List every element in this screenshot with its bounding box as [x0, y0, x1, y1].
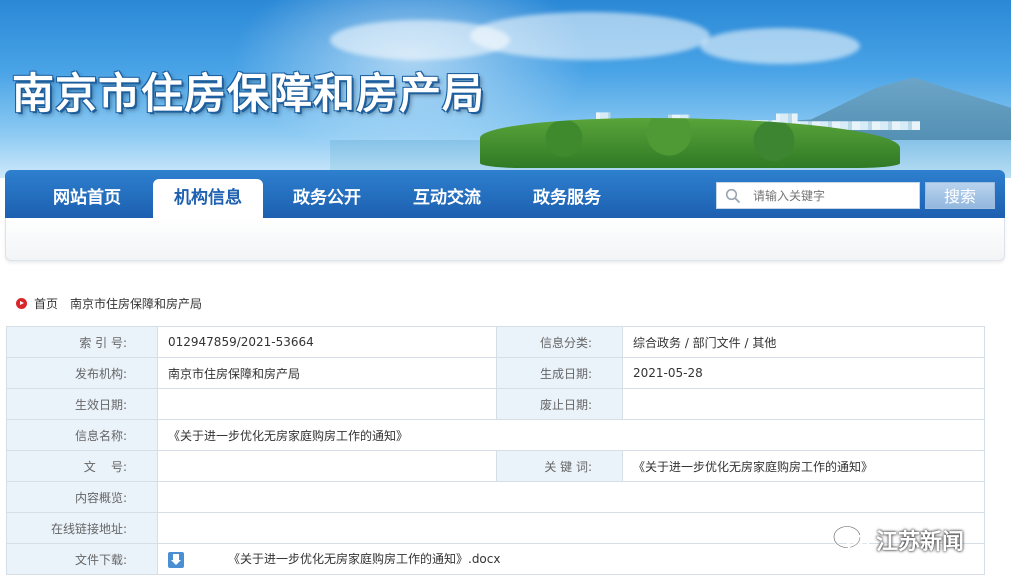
expiry-date-label: 废止日期: [496, 388, 623, 420]
table-row: 文 号: 关 键 词: 《关于进一步优化无房家庭购房工作的通知》 [6, 450, 985, 482]
nav-item-interaction[interactable]: 互动交流 [391, 179, 503, 218]
summary-value [157, 481, 985, 513]
sub-nav-panel [5, 218, 1005, 261]
breadcrumb-home[interactable]: 首页 [34, 295, 58, 312]
watermark-text: 江苏新闻 [876, 530, 965, 555]
info-name-value: 《关于进一步优化无房家庭购房工作的通知》 [157, 419, 985, 451]
nav-item-organization[interactable]: 机构信息 [153, 179, 263, 218]
created-date-label: 生成日期: [496, 357, 623, 389]
download-icon[interactable] [168, 551, 184, 568]
publisher-label: 发布机构: [6, 357, 158, 389]
keywords-label: 关 键 词: [496, 450, 623, 482]
table-row: 索 引 号: 012947859/2021-53664 信息分类: 综合政务 /… [6, 326, 985, 358]
table-row: 发布机构: 南京市住房保障和房产局 生成日期: 2021-05-28 [6, 357, 985, 389]
breadcrumb-current[interactable]: 南京市住房保障和房产局 [70, 295, 202, 312]
main-nav: 网站首页 机构信息 政务公开 互动交流 政务服务 搜索 [5, 170, 1005, 218]
banner-cloud [470, 12, 710, 60]
index-no-label: 索 引 号: [6, 326, 158, 358]
watermark: 江苏新闻 [832, 522, 964, 558]
info-name-label: 信息名称: [6, 419, 158, 451]
doc-no-label: 文 号: [6, 450, 158, 482]
category-value: 综合政务 / 部门文件 / 其他 [622, 326, 985, 358]
search-box [716, 182, 920, 209]
site-title: 南京市住房保障和房产局 [12, 69, 486, 118]
table-row: 信息名称: 《关于进一步优化无房家庭购房工作的通知》 [6, 419, 985, 451]
wechat-logo-icon [832, 525, 870, 554]
created-date-value: 2021-05-28 [622, 357, 985, 389]
online-link-label: 在线链接地址: [6, 512, 158, 544]
publisher-value: 南京市住房保障和房产局 [157, 357, 497, 389]
file-download-label: 文件下载: [6, 543, 158, 575]
search-icon [725, 188, 741, 204]
effective-date-value [157, 388, 497, 420]
search-button[interactable]: 搜索 [925, 182, 995, 209]
breadcrumb: 首页 南京市住房保障和房产局 [16, 294, 202, 312]
nav-item-services[interactable]: 政务服务 [511, 179, 623, 218]
table-row: 内容概览: [6, 481, 985, 513]
table-row: 生效日期: 废止日期: [6, 388, 985, 420]
search-input[interactable] [753, 185, 915, 206]
home-icon [16, 297, 27, 309]
doc-no-value [157, 450, 497, 482]
banner-cloud [700, 28, 860, 64]
keywords-value: 《关于进一步优化无房家庭购房工作的通知》 [622, 450, 985, 482]
nav-item-government-affairs[interactable]: 政务公开 [271, 179, 383, 218]
summary-label: 内容概览: [6, 481, 158, 513]
category-label: 信息分类: [496, 326, 623, 358]
effective-date-label: 生效日期: [6, 388, 158, 420]
download-file-link[interactable]: 《关于进一步优化无房家庭购房工作的通知》.docx [228, 552, 500, 566]
expiry-date-value [622, 388, 985, 420]
nav-item-home[interactable]: 网站首页 [31, 179, 143, 218]
index-no-value: 012947859/2021-53664 [157, 326, 497, 358]
site-banner: 南京市住房保障和房产局 [0, 0, 1011, 178]
